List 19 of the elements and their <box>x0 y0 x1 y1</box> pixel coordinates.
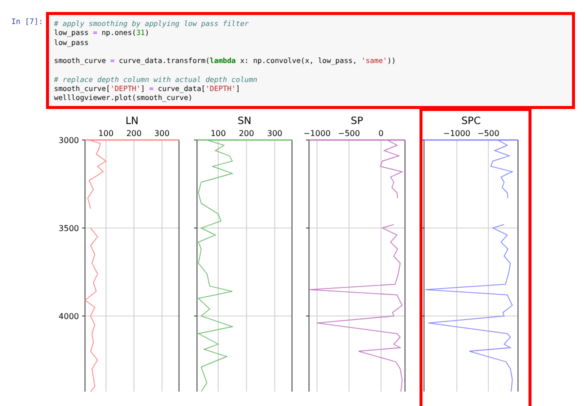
tick-label: 200 <box>126 128 142 138</box>
code-cell[interactable] <box>46 12 575 109</box>
tick-label: 100 <box>210 128 226 138</box>
track-title: SN <box>238 116 252 127</box>
tick-label: −1000 <box>443 128 470 138</box>
track-title: LN <box>125 116 139 127</box>
tick-label: 300 <box>154 128 170 138</box>
depth-label: 3000 <box>58 136 79 145</box>
tick-label: 100 <box>98 128 114 138</box>
tick-label: −500 <box>477 128 500 138</box>
tick-label: −1000 <box>303 128 331 138</box>
track-title: SPC <box>461 116 481 127</box>
tick-label: 200 <box>238 128 254 138</box>
tick-label: −500 <box>338 128 360 138</box>
depth-label: 3500 <box>58 224 79 233</box>
tick-label: 300 <box>267 128 282 138</box>
tick-label: 0 <box>378 128 384 138</box>
track-title: SP <box>350 116 364 127</box>
depth-label: 4000 <box>58 312 79 321</box>
